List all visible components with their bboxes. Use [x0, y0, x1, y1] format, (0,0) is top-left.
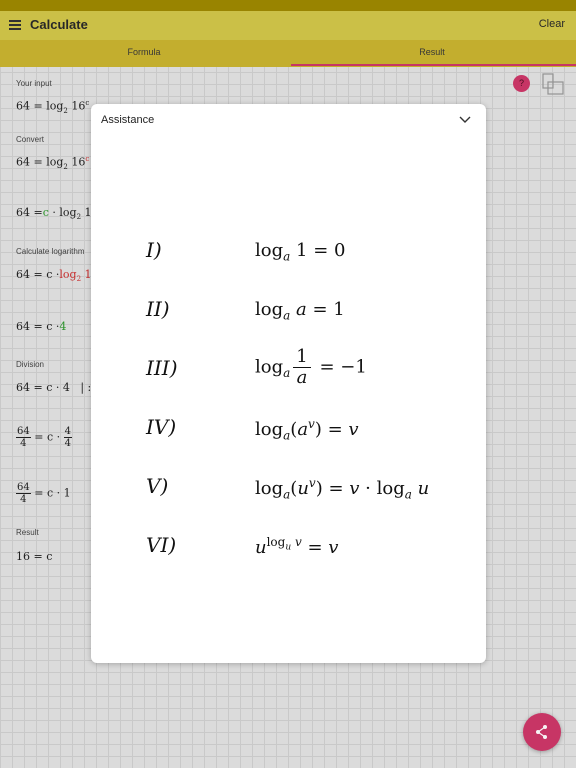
math-text: log — [376, 478, 405, 499]
rule-label-2: II) — [146, 297, 170, 321]
rule-label-5: V) — [146, 474, 169, 498]
math-text: a — [296, 299, 307, 320]
math-text: u — [297, 478, 309, 499]
math-text: v — [308, 417, 315, 431]
math-text: a — [283, 308, 291, 323]
math-text: v — [294, 535, 302, 549]
rule-expr-6: ulogu v = v — [255, 535, 338, 558]
rule-expr-5: loga(uv) = v · loga u — [255, 476, 429, 502]
math-text: u — [417, 478, 430, 499]
math-text: ) — [315, 478, 323, 499]
rule-expr-4: loga(av) = v — [255, 417, 359, 443]
math-text: −1 — [340, 356, 367, 378]
math-text: v — [328, 537, 339, 558]
math-text: 0 — [334, 240, 346, 261]
math-text: = — [321, 419, 349, 440]
math-text: a — [296, 367, 308, 388]
rule-label-1: I) — [146, 238, 162, 262]
math-text: log — [255, 419, 284, 440]
chevron-down-icon[interactable] — [457, 112, 473, 128]
math-text: · — [359, 478, 377, 499]
math-text: log — [255, 356, 284, 378]
rule-expr-3: loga 1 a = −1 — [255, 347, 367, 388]
math-text: log — [255, 240, 284, 261]
rule-label-6: VI) — [146, 533, 177, 557]
math-text: v — [349, 478, 360, 499]
math-text: u — [255, 537, 267, 558]
math-text: ) — [314, 419, 322, 440]
math-text: log — [266, 535, 286, 549]
rule-label-3: III) — [146, 356, 178, 380]
math-text: = — [322, 478, 350, 499]
math-text: = — [306, 299, 334, 320]
math-text: 1 — [333, 299, 345, 320]
rule-expr-1: loga 1 = 0 — [255, 240, 345, 264]
math-text: 1 — [293, 347, 311, 368]
math-text: v — [308, 476, 316, 490]
rule-label-4: IV) — [146, 415, 177, 439]
math-text: 1 — [296, 240, 308, 261]
math-text: a — [297, 419, 309, 440]
math-text: = — [307, 240, 334, 261]
math-text: = — [313, 356, 341, 378]
assistance-dialog: Assistance I) loga 1 = 0 II) loga a = 1 … — [91, 104, 486, 663]
math-text: log — [255, 478, 284, 499]
math-text: = — [301, 537, 329, 558]
dialog-title: Assistance — [101, 114, 155, 126]
math-text: log — [255, 299, 284, 320]
math-text: a — [283, 249, 291, 264]
math-text: a — [404, 487, 412, 502]
rule-expr-2: loga a = 1 — [255, 299, 345, 323]
math-text: v — [348, 419, 359, 440]
math-text: a — [283, 366, 291, 381]
math-text: u — [285, 542, 292, 553]
